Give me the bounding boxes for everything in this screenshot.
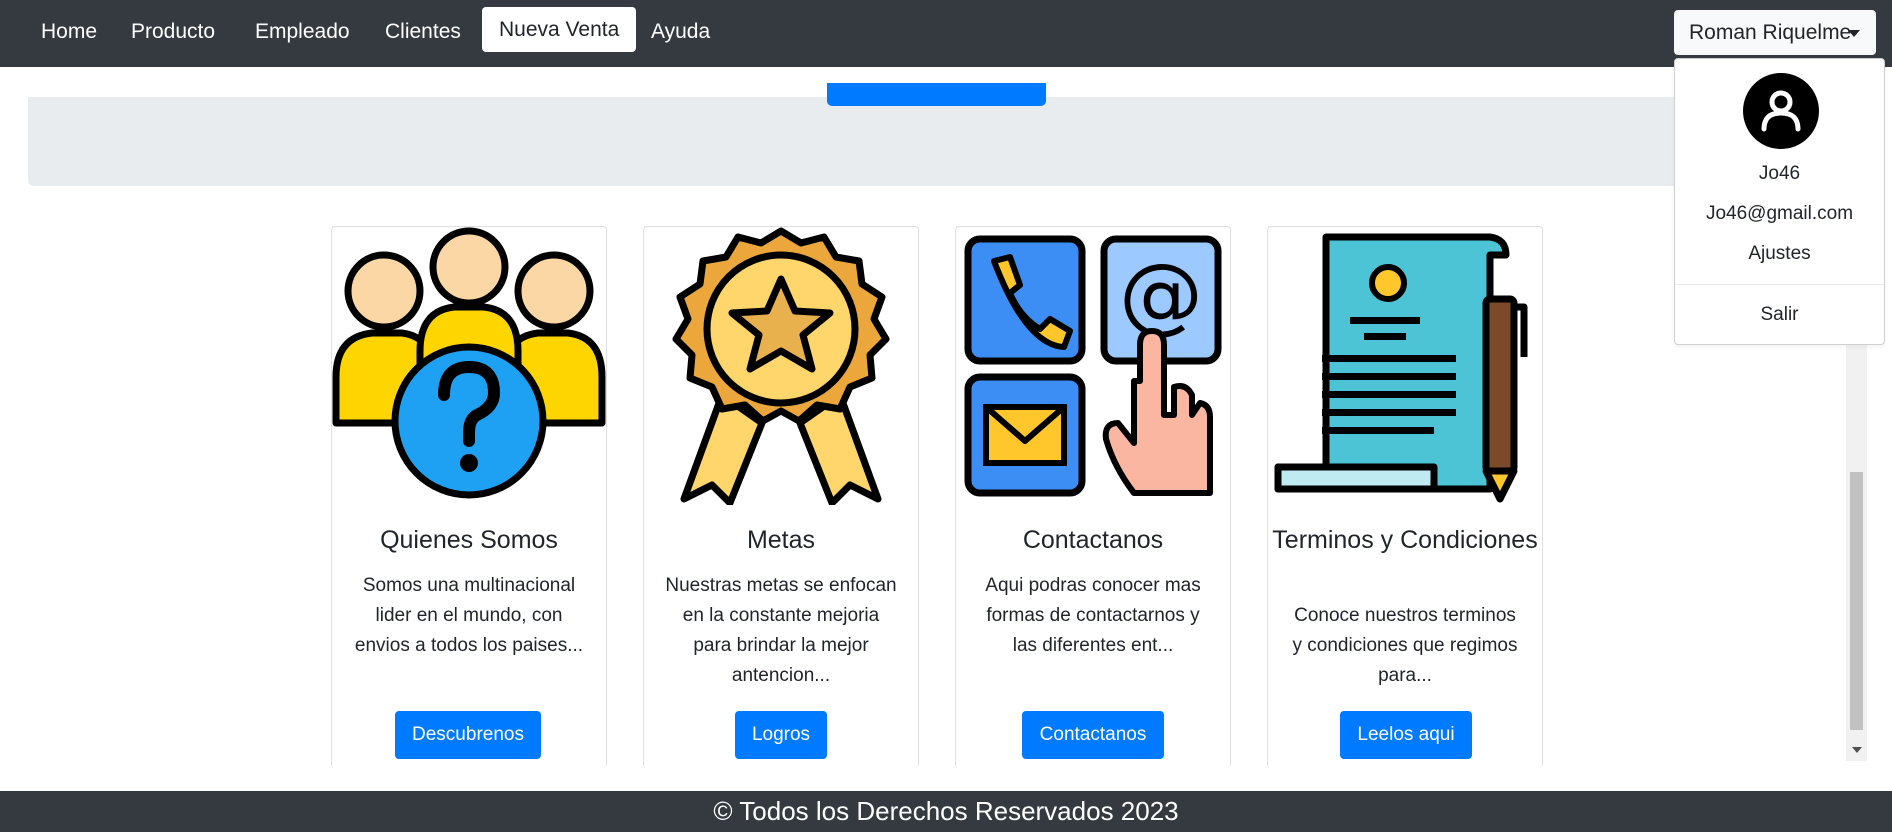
contact-channels-icon: @ bbox=[964, 235, 1222, 497]
descubrenos-button[interactable]: Descubrenos bbox=[395, 711, 541, 759]
logros-button[interactable]: Logros bbox=[735, 711, 827, 759]
nav-nueva-venta[interactable]: Nueva Venta bbox=[482, 7, 637, 52]
card-title: Terminos y Condiciones bbox=[1272, 526, 1538, 554]
user-menu-label: Roman Riquelme bbox=[1689, 21, 1852, 44]
contactanos-button[interactable]: Contactanos bbox=[1022, 711, 1164, 759]
dropdown-settings[interactable]: Ajustes bbox=[1675, 243, 1884, 265]
footer: © Todos los Derechos Reservados 2023 bbox=[0, 791, 1892, 832]
card-title: Metas bbox=[746, 526, 816, 554]
caret-down-icon bbox=[1848, 30, 1860, 37]
user-circle-icon bbox=[1743, 73, 1819, 149]
team-question-icon bbox=[332, 227, 606, 499]
footer-text: © Todos los Derechos Reservados 2023 bbox=[713, 796, 1179, 826]
award-medal-icon bbox=[672, 227, 890, 505]
card-text: Conoce nuestros terminos y condiciones q… bbox=[1292, 605, 1518, 686]
card-quienes-somos: Quienes Somos Somos una multinacional li… bbox=[331, 226, 607, 766]
nav-ayuda[interactable]: Ayuda bbox=[634, 0, 727, 67]
card-text: Somos una multinacional lider en el mund… bbox=[354, 575, 584, 656]
card-text: Nuestras metas se enfocan en la constant… bbox=[665, 575, 897, 686]
dropdown-username: Jo46 bbox=[1758, 163, 1801, 184]
hero-button[interactable] bbox=[827, 83, 1046, 106]
user-menu-button[interactable]: Roman Riquelme bbox=[1674, 10, 1876, 55]
nav-home[interactable]: Home bbox=[24, 0, 114, 67]
card-text: Aqui podras conocer mas formas de contac… bbox=[985, 575, 1201, 656]
top-navbar: Home Producto Empleado Clientes Nueva Ve… bbox=[0, 0, 1892, 67]
leelos-aqui-button[interactable]: Leelos aqui bbox=[1340, 711, 1472, 759]
nav-producto[interactable]: Producto bbox=[114, 0, 232, 67]
card-title: Contactanos bbox=[1022, 526, 1164, 554]
card-contactanos: @ Contactanos Aqui podras conocer mas fo… bbox=[955, 226, 1231, 766]
hero-jumbotron bbox=[28, 97, 1864, 186]
terms-document-icon bbox=[1274, 233, 1528, 503]
card-terminos: Terminos y Condiciones Conoce nuestros t… bbox=[1267, 226, 1543, 766]
svg-text:@: @ bbox=[1119, 245, 1203, 343]
scrollbar-thumb[interactable] bbox=[1850, 472, 1863, 730]
scroll-down-arrow-icon[interactable] bbox=[1852, 747, 1862, 753]
user-dropdown-menu: Jo46 Jo46@gmail.com Ajustes Salir bbox=[1674, 58, 1885, 345]
nav-empleado[interactable]: Empleado bbox=[238, 0, 367, 67]
card-title: Quienes Somos bbox=[380, 526, 558, 554]
card-metas: Metas Nuestras metas se enfocan en la co… bbox=[643, 226, 919, 766]
dropdown-logout[interactable]: Salir bbox=[1675, 304, 1884, 326]
dropdown-divider bbox=[1675, 284, 1884, 285]
nav-clientes[interactable]: Clientes bbox=[368, 0, 478, 67]
dropdown-email: Jo46@gmail.com bbox=[1705, 203, 1854, 224]
